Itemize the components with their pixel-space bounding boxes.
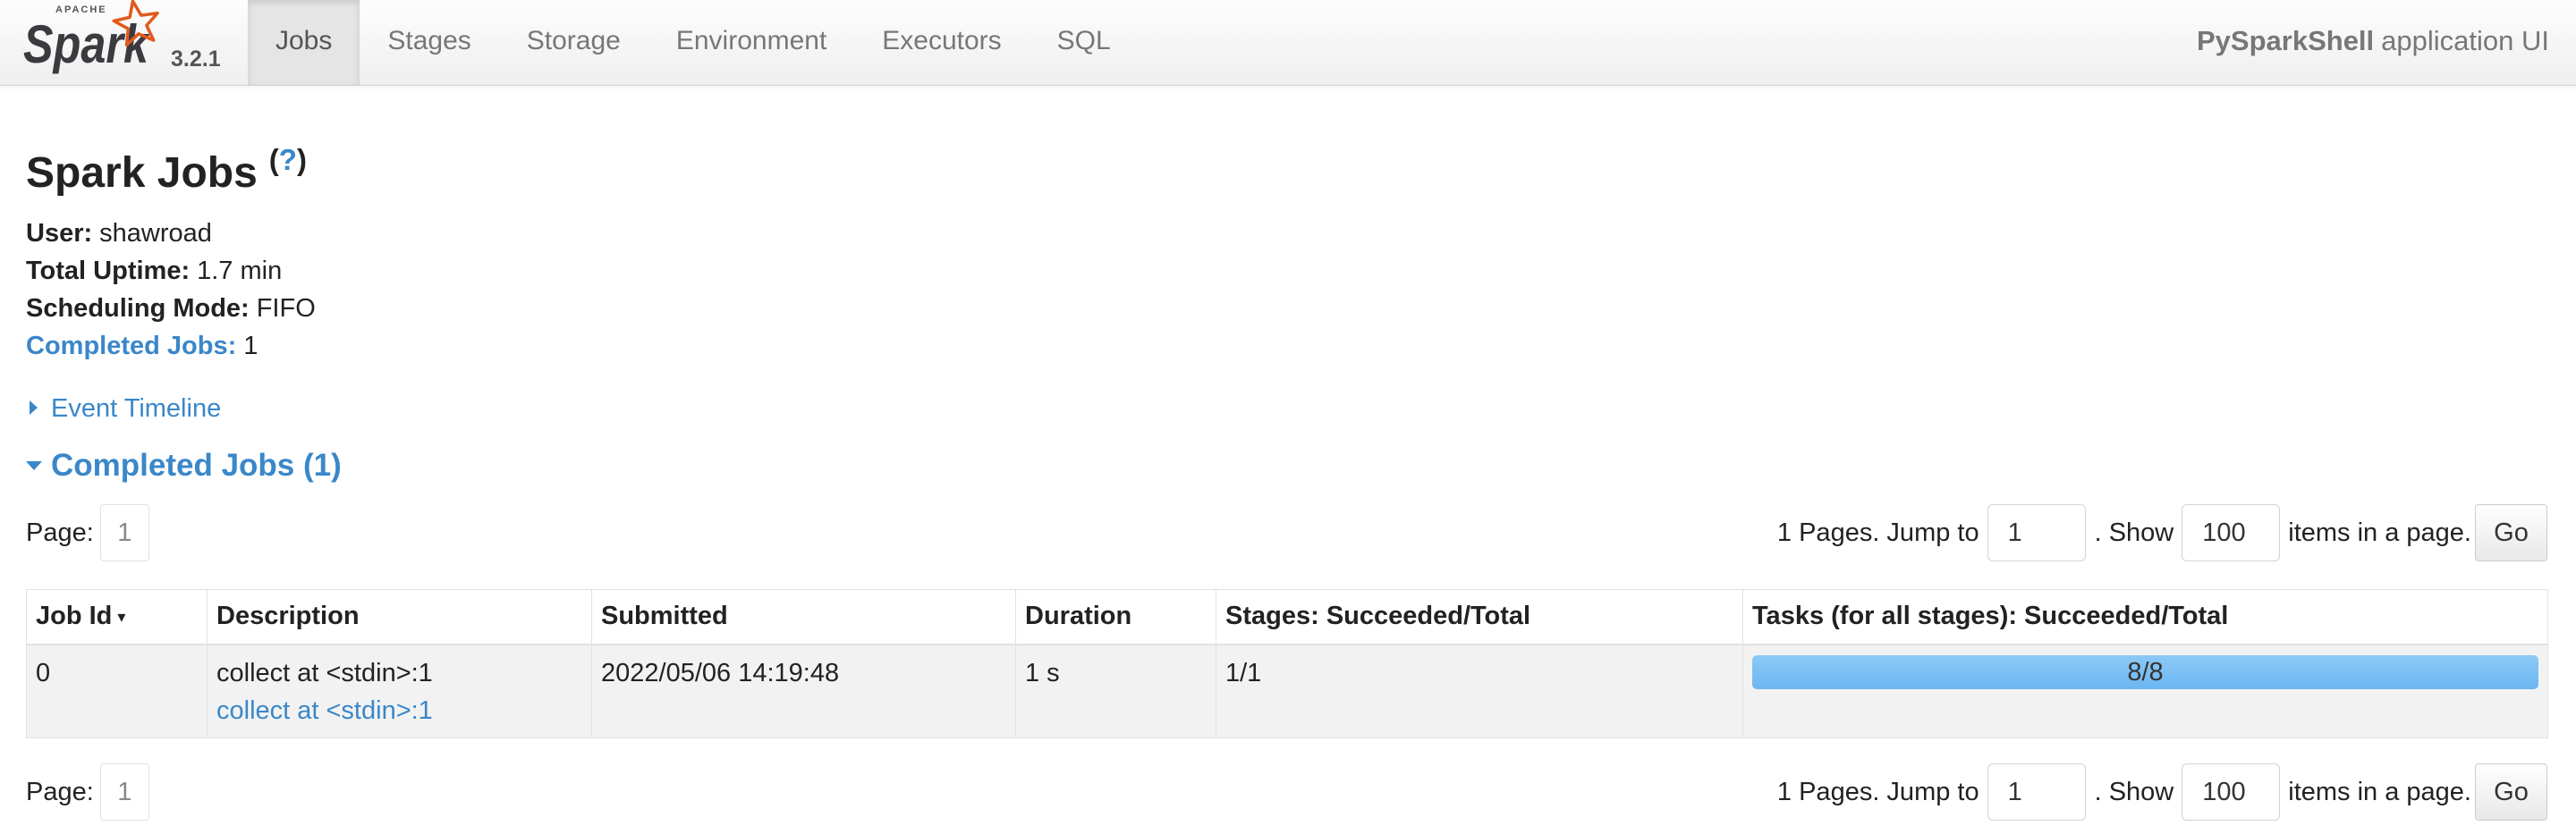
jump-to-page-input[interactable] xyxy=(1987,763,2086,821)
summary-user: User: shawroad xyxy=(26,215,316,252)
header-tasks[interactable]: Tasks (for all stages): Succeeded/Total xyxy=(1742,589,2548,645)
tab-sql[interactable]: SQL xyxy=(1030,0,1139,85)
cell-stages: 1/1 xyxy=(1216,644,1743,738)
job-summary: User: shawroad Total Uptime: 1.7 min Sched… xyxy=(26,215,316,365)
spark-logo[interactable]: APACHE Spark xyxy=(21,0,175,80)
nav-tabs: Jobs Stages Storage Environment Executor… xyxy=(248,0,1139,85)
summary-scheduling-value: FIFO xyxy=(256,294,316,323)
tasks-progress-label: 8/8 xyxy=(2127,657,2164,687)
cell-job-id: 0 xyxy=(26,644,208,738)
cell-tasks: 8/8 xyxy=(1742,644,2548,738)
help-open-paren: ( xyxy=(268,143,279,176)
completed-jobs-heading: Completed Jobs (1) xyxy=(51,448,342,483)
pagination-top: Page: 1 1 Pages. Jump to . Show items in… xyxy=(26,504,2547,561)
help-icon[interactable]: ? xyxy=(279,143,297,176)
cell-duration: 1 s xyxy=(1015,644,1216,738)
tab-storage[interactable]: Storage xyxy=(499,0,648,85)
tab-executors[interactable]: Executors xyxy=(854,0,1029,85)
page-controls: 1 Pages. Jump to . Show items in a page.… xyxy=(1777,504,2547,561)
go-button[interactable]: Go xyxy=(2475,763,2547,821)
items-per-page-text: items in a page. xyxy=(2288,777,2471,806)
summary-uptime-label: Total Uptime: xyxy=(26,257,191,285)
show-text: . Show xyxy=(2094,777,2174,806)
completed-jobs-link[interactable]: Completed Jobs: xyxy=(26,332,236,360)
page-size-input[interactable] xyxy=(2182,504,2281,561)
show-text: . Show xyxy=(2094,518,2174,547)
spark-version: 3.2.1 xyxy=(171,46,221,72)
pagination-bottom: Page: 1 1 Pages. Jump to . Show items in… xyxy=(26,763,2547,821)
page-label: Page: xyxy=(26,777,94,806)
description-link[interactable]: collect at <stdin>:1 xyxy=(216,692,582,729)
summary-completed-value: 1 xyxy=(243,332,258,360)
logo-spark-text: Spark xyxy=(23,14,150,74)
page-label: Page: xyxy=(26,518,94,547)
page-size-input[interactable] xyxy=(2182,763,2281,821)
table-header-row: Job Id ▾ Description Submitted Duration S… xyxy=(26,589,2548,645)
app-suffix: application UI xyxy=(2381,25,2549,56)
summary-uptime-value: 1.7 min xyxy=(197,257,283,285)
header-description[interactable]: Description xyxy=(207,589,592,645)
top-navbar: APACHE Spark 3.2.1 Jobs Stages Storage E… xyxy=(0,0,2576,86)
completed-jobs-table: Job Id ▾ Description Submitted Duration S… xyxy=(26,589,2548,738)
items-per-page-text: items in a page. xyxy=(2288,518,2471,547)
arrow-down-icon xyxy=(26,460,42,470)
arrow-right-icon xyxy=(30,400,38,416)
summary-completed-jobs: Completed Jobs: 1 xyxy=(26,327,316,365)
summary-user-label: User: xyxy=(26,219,93,248)
help-close-paren: ) xyxy=(296,143,307,176)
go-button[interactable]: Go xyxy=(2475,504,2547,561)
event-timeline-label: Event Timeline xyxy=(51,394,222,423)
summary-scheduling-label: Scheduling Mode: xyxy=(26,294,250,323)
page-title-row: Spark Jobs (?) xyxy=(26,145,307,199)
jump-to-page-input[interactable] xyxy=(1987,504,2086,561)
summary-uptime: Total Uptime: 1.7 min xyxy=(26,252,316,290)
summary-user-value: shawroad xyxy=(99,219,212,248)
page-title: Spark Jobs xyxy=(26,149,258,197)
application-title: PySparkShell application UI xyxy=(2197,0,2549,82)
table-row: 0 collect at <stdin>:1 collect at <stdin… xyxy=(26,644,2548,738)
completed-jobs-toggle[interactable]: Completed Jobs (1) xyxy=(26,446,342,485)
tasks-progress-bar: 8/8 xyxy=(1752,654,2538,689)
help-tooltip: (?) xyxy=(269,145,307,174)
sort-desc-icon: ▾ xyxy=(117,608,126,628)
tab-environment[interactable]: Environment xyxy=(648,0,854,85)
header-submitted[interactable]: Submitted xyxy=(591,589,1016,645)
header-job-id[interactable]: Job Id ▾ xyxy=(26,589,208,645)
pages-jump-text: 1 Pages. Jump to xyxy=(1776,777,1979,806)
tab-stages[interactable]: Stages xyxy=(360,0,498,85)
page-nav: Page: 1 xyxy=(26,763,149,821)
header-job-id-label: Job Id xyxy=(36,602,113,631)
page-number-button[interactable]: 1 xyxy=(99,504,149,561)
cell-submitted: 2022/05/06 14:19:48 xyxy=(591,644,1016,738)
description-text: collect at <stdin>:1 xyxy=(216,658,433,687)
page-nav: Page: 1 xyxy=(26,504,149,561)
event-timeline-toggle[interactable]: Event Timeline xyxy=(26,390,221,427)
header-duration[interactable]: Duration xyxy=(1015,589,1216,645)
tab-jobs[interactable]: Jobs xyxy=(248,0,360,85)
header-stages[interactable]: Stages: Succeeded/Total xyxy=(1216,589,1743,645)
page-controls: 1 Pages. Jump to . Show items in a page.… xyxy=(1777,763,2547,821)
pages-jump-text: 1 Pages. Jump to xyxy=(1776,518,1979,547)
app-name: PySparkShell xyxy=(2197,25,2375,56)
cell-description: collect at <stdin>:1 collect at <stdin>:… xyxy=(207,644,592,738)
summary-scheduling-mode: Scheduling Mode: FIFO xyxy=(26,290,316,327)
page-number-button[interactable]: 1 xyxy=(99,763,149,821)
